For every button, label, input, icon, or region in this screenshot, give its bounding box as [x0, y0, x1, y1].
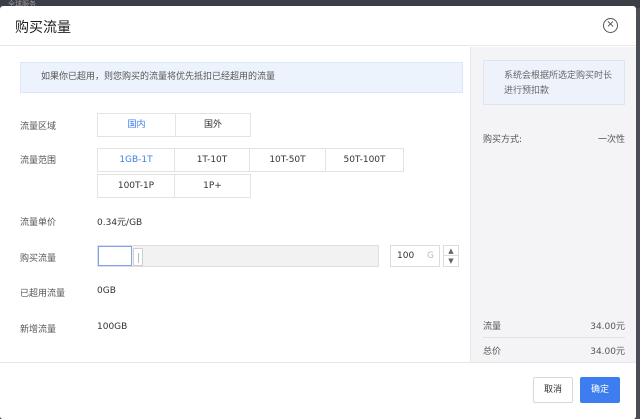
range-option-1p-plus[interactable]: 1P+: [175, 175, 250, 197]
prepay-tip: 系统会根据所选定购买时长进行预扣款: [483, 60, 625, 105]
total-price-row: 总价 34.00元: [483, 344, 625, 360]
range-option-100t-1p[interactable]: 100T-1P: [98, 175, 175, 197]
region-option-domestic[interactable]: 国内: [98, 114, 176, 136]
dialog-footer: 取消 确定: [0, 362, 636, 419]
quantity-stepper: ▲ ▼: [443, 245, 459, 267]
overused-value: 0GB: [97, 286, 116, 296]
range-option-1t-10t[interactable]: 1T-10T: [175, 149, 250, 171]
range-option-50t-100t[interactable]: 50T-100T: [326, 149, 403, 171]
quantity-value: 100: [397, 251, 415, 261]
overuse-notice: 如果你已超用，则您购买的流量将优先抵扣已经超用的流量: [20, 62, 463, 93]
traffic-slider[interactable]: [97, 245, 379, 267]
payment-method-row: 购买方式: 一次性: [483, 132, 625, 148]
traffic-cost-value: 34.00元: [590, 322, 625, 332]
payment-method-label: 购买方式:: [483, 135, 523, 145]
total-price-label: 总价: [483, 347, 502, 357]
purchase-amount-label: 购买流量: [20, 254, 57, 264]
unit-price-value: 0.34元/GB: [97, 218, 143, 228]
dialog-header: 购买流量 ×: [0, 6, 636, 46]
overused-label: 已超用流量: [20, 289, 66, 299]
traffic-cost-row: 流量 34.00元: [483, 319, 625, 335]
quantity-unit: G: [427, 251, 434, 261]
confirm-button[interactable]: 确定: [580, 377, 620, 403]
close-icon[interactable]: ×: [603, 18, 618, 33]
region-label: 流量区域: [20, 122, 57, 132]
region-selector: 国内 国外: [97, 113, 251, 137]
range-selector-row1: 1GB-1T 1T-10T 10T-50T 50T-100T: [97, 148, 404, 172]
dialog-title: 购买流量: [15, 20, 71, 36]
traffic-cost-label: 流量: [483, 322, 502, 332]
unit-price-label: 流量单价: [20, 218, 57, 228]
slider-handle[interactable]: [133, 248, 143, 266]
range-selector-row2: 100T-1P 1P+: [97, 174, 251, 198]
added-traffic-value: 100GB: [97, 322, 128, 332]
purchase-traffic-dialog: 购买流量 × 如果你已超用，则您购买的流量将优先抵扣已经超用的流量 流量区域 国…: [0, 6, 636, 419]
total-price-value: 34.00元: [590, 347, 625, 357]
range-option-1gb-1t[interactable]: 1GB-1T: [98, 149, 175, 171]
range-option-10t-50t[interactable]: 10T-50T: [250, 149, 326, 171]
chevron-up-icon[interactable]: ▲: [444, 246, 458, 256]
quantity-input[interactable]: 100 G: [390, 245, 440, 267]
added-traffic-label: 新增流量: [20, 325, 57, 335]
summary-panel: 系统会根据所选定购买时长进行预扣款 购买方式: 一次性 流量 34.00元 总价…: [470, 47, 636, 362]
region-option-overseas[interactable]: 国外: [176, 114, 250, 136]
cancel-button[interactable]: 取消: [533, 377, 573, 403]
form-panel: 如果你已超用，则您购买的流量将优先抵扣已经超用的流量 流量区域 国内 国外 流量…: [0, 47, 470, 362]
range-label: 流量范围: [20, 156, 57, 166]
payment-method-value: 一次性: [597, 135, 625, 145]
summary-divider: [483, 337, 625, 338]
chevron-down-icon[interactable]: ▼: [444, 256, 458, 266]
slider-fill: [98, 246, 132, 266]
